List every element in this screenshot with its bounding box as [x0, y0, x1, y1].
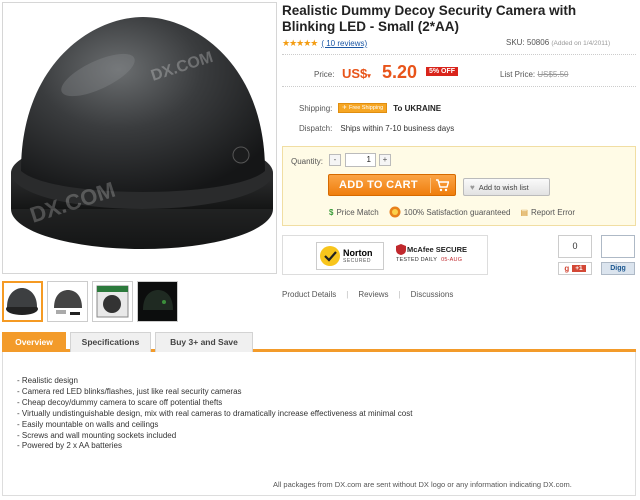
rating-row: ★★★★★ ( 10 reviews)	[282, 38, 367, 49]
thumbnail-4[interactable]	[137, 281, 178, 322]
mcafee-subtitle: TESTED DAILY	[396, 257, 438, 263]
section-links: Product Details | Reviews | Discussions	[282, 290, 453, 299]
thumbnail-1[interactable]	[2, 281, 43, 322]
product-main-image[interactable]: DX.COM DX.COM	[2, 2, 277, 274]
digg-count	[601, 235, 635, 258]
quantity-increase-button[interactable]: +	[379, 154, 391, 166]
list-item: - Camera red LED blinks/flashes, just li…	[17, 386, 242, 396]
mcafee-title: McAfee SECURE	[407, 245, 468, 254]
norton-seal[interactable]: Norton SECURED	[316, 242, 384, 270]
gplus-label: +1	[572, 265, 586, 272]
thumbnail-strip	[2, 281, 178, 322]
price-match-link[interactable]: $ Price Match	[329, 208, 379, 217]
shipping-row: Shipping: ✈ Free Shipping To UKRAINE	[299, 103, 441, 113]
currency-selector[interactable]: US$▾	[342, 66, 371, 81]
added-date: (Added on 1/4/2011)	[551, 40, 611, 47]
norton-subtitle: SECURED	[343, 257, 371, 264]
guarantees-row: $ Price Match 100% Satisfaction guarantee…	[329, 206, 575, 218]
list-price-value: US$5.50	[537, 70, 569, 79]
report-error-link[interactable]: ▤ Report Error	[520, 208, 575, 217]
discussions-link[interactable]: Discussions	[411, 290, 454, 299]
price-label: Price:	[314, 70, 335, 79]
satisfaction-text: 100% Satisfaction guaranteed	[403, 207, 511, 217]
buy-box: Quantity: - 1 + ADD TO CART ♥ Add to wis…	[282, 146, 636, 226]
add-to-wishlist-button[interactable]: ♥ Add to wish list	[463, 178, 550, 196]
shipping-label: Shipping:	[299, 103, 333, 113]
list-item: - Powered by 2 x AA batteries	[17, 441, 122, 451]
price-match-text: Price Match	[336, 207, 379, 217]
satisfaction-icon	[389, 206, 401, 218]
free-shipping-icon: ✈	[342, 105, 347, 111]
sku-info: SKU: 50806 (Added on 1/4/2011)	[506, 38, 610, 47]
list-item: - Realistic design	[17, 376, 78, 385]
security-seals: Norton SECURED McAfee SECURE TESTED DAIL…	[282, 235, 488, 275]
product-title: Realistic Dummy Decoy Security Camera wi…	[282, 3, 577, 34]
tab-specifications[interactable]: Specifications	[70, 332, 151, 352]
list-item: - Virtually undistinguishable design, mi…	[17, 408, 413, 418]
digg-button[interactable]: Digg	[601, 262, 635, 275]
free-shipping-badge: ✈ Free Shipping	[338, 103, 388, 113]
list-item: - Screws and wall mounting sockets inclu…	[17, 430, 177, 440]
list-item: - Cheap decoy/dummy camera to scare off …	[17, 397, 223, 407]
quantity-decrease-button[interactable]: -	[329, 154, 341, 166]
report-error-text: Report Error	[531, 207, 576, 217]
link-separator: |	[346, 290, 349, 299]
mcafee-seal[interactable]: McAfee SECURE TESTED DAILY 05-AUG	[396, 244, 474, 270]
norton-title: Norton	[343, 247, 373, 258]
gplus-count: 0	[558, 235, 592, 258]
add-to-cart-label: ADD TO CART	[339, 179, 418, 191]
thumbnail-2[interactable]	[47, 281, 88, 322]
overview-panel: - Realistic design - Camera red LED blin…	[2, 352, 636, 496]
shipping-destination[interactable]: To UKRAINE	[393, 104, 441, 113]
tab-bar: Overview Specifications Buy 3+ and Save	[2, 332, 636, 352]
wishlist-label: Add to wish list	[478, 182, 529, 192]
currency-text: US$	[342, 66, 368, 81]
star-rating: ★★★★★	[282, 38, 318, 48]
free-shipping-text: Free Shipping	[348, 105, 384, 111]
quantity-label: Quantity:	[291, 157, 324, 166]
price-value: 5.20	[382, 62, 418, 82]
quantity-input[interactable]: 1	[345, 153, 376, 167]
reviews-link[interactable]: ( 10 reviews)	[321, 39, 367, 48]
tab-overview[interactable]: Overview	[2, 332, 66, 352]
mcafee-shield-icon	[396, 244, 406, 255]
tab-buy-3-save[interactable]: Buy 3+ and Save	[155, 332, 253, 352]
feature-list: - Realistic design - Camera red LED blin…	[17, 376, 412, 452]
thumbnail-3[interactable]	[92, 281, 133, 322]
add-to-cart-button[interactable]: ADD TO CART	[328, 174, 456, 196]
button-divider	[430, 178, 431, 193]
sku-text: SKU: 50806	[506, 38, 550, 47]
packaging-note: All packages from DX.com are sent withou…	[273, 480, 572, 489]
report-icon: ▤	[520, 207, 528, 217]
dispatch-row: Dispatch: Ships within 7-10 business days	[299, 124, 454, 133]
list-item: - Easily mountable on walls and ceilings	[17, 419, 159, 429]
google-icon: g	[564, 264, 570, 273]
social-share: 0 g +1 Digg	[558, 235, 636, 279]
heart-icon: ♥	[470, 182, 475, 192]
mcafee-date: 05-AUG	[441, 257, 463, 263]
dispatch-label: Dispatch:	[299, 124, 333, 133]
cart-icon	[436, 179, 449, 192]
satisfaction-link[interactable]: 100% Satisfaction guaranteed	[389, 206, 511, 218]
list-price-label: List Price:	[500, 70, 536, 79]
list-price: List Price: US$5.50	[500, 70, 569, 79]
price-match-icon: $	[329, 207, 334, 217]
product-details-link[interactable]: Product Details	[282, 290, 336, 299]
norton-check-icon	[320, 246, 340, 266]
link-separator: |	[398, 290, 401, 299]
reviews-section-link[interactable]: Reviews	[358, 290, 388, 299]
chevron-down-icon: ▾	[367, 73, 371, 80]
dispatch-value: Ships within 7-10 business days	[340, 124, 455, 133]
price-box: Price: US$▾ 5.20 5% OFF List Price: US$5…	[282, 54, 636, 87]
discount-badge: 5% OFF	[426, 67, 459, 76]
gplus-button[interactable]: g +1	[558, 262, 592, 275]
